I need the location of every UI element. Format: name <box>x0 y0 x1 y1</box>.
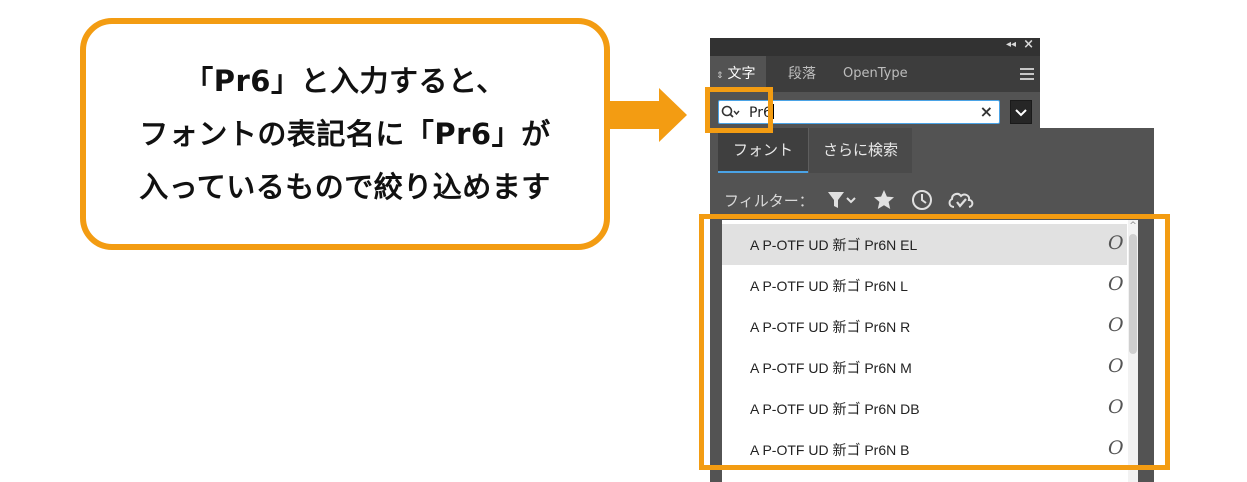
filter-funnel-icon[interactable] <box>826 188 858 212</box>
tab-find-more[interactable]: さらに検索 <box>808 128 912 173</box>
callout-arrow-head <box>659 88 687 142</box>
callout-box: 「Pr6」と入力すると、 フォントの表記名に「Pr6」が 入っているもので絞り込… <box>80 18 610 250</box>
expand-arrows-icon: ⇕ <box>716 71 724 81</box>
callout-arrow-shaft <box>607 101 661 129</box>
close-icon[interactable]: × <box>1023 37 1034 52</box>
panel-topbar: ◂◂ × <box>710 37 1040 56</box>
tab-paragraph[interactable]: 段落 <box>788 56 816 92</box>
tab-opentype-label: OpenType <box>843 66 908 81</box>
cloud-check-icon[interactable] <box>946 188 976 212</box>
tab-paragraph-label: 段落 <box>788 66 816 82</box>
callout-line-2: フォントの表記名に「Pr6」が <box>139 116 551 151</box>
tab-character-label: 文字 <box>727 66 756 82</box>
chevron-down-icon <box>1015 109 1027 117</box>
tab-fonts[interactable]: フォント <box>718 128 808 173</box>
search-highlight-frame <box>705 87 773 133</box>
callout-line-1: 「Pr6」と入力すると、 <box>184 63 506 98</box>
clock-icon[interactable] <box>910 188 934 212</box>
text-caret <box>772 104 774 119</box>
font-dropdown-button[interactable] <box>1010 100 1032 124</box>
hamburger-menu-icon[interactable] <box>1020 65 1034 81</box>
double-chevron-left-icon[interactable]: ◂◂ <box>1006 39 1016 50</box>
filter-label: フィルター： <box>724 192 814 210</box>
tab-opentype[interactable]: OpenType <box>843 56 908 92</box>
star-icon[interactable] <box>872 188 896 212</box>
list-highlight-frame <box>699 214 1170 470</box>
clear-search-icon[interactable]: × <box>980 102 993 122</box>
callout-line-3: 入っているもので絞り込めます <box>139 169 551 204</box>
